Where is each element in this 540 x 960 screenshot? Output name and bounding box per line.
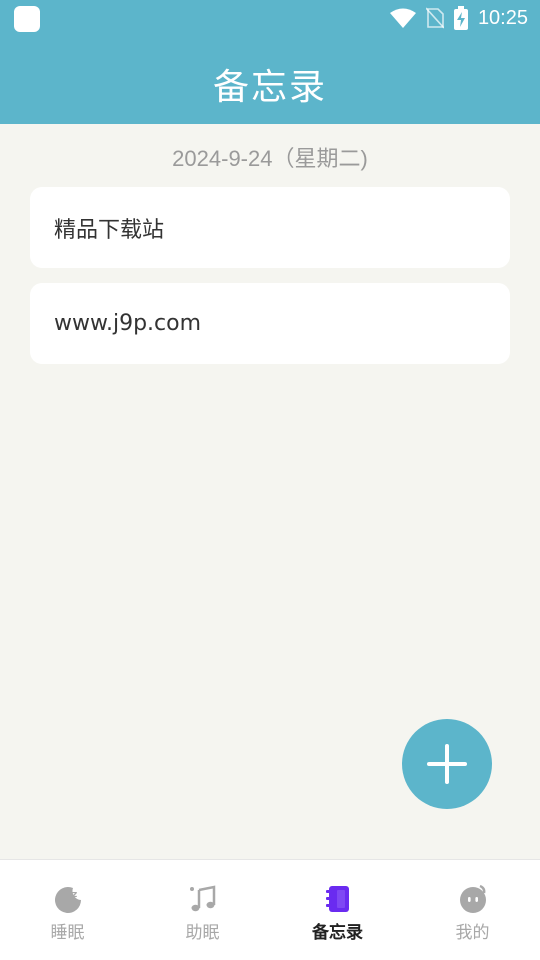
sleep-moon-icon: z bbox=[54, 887, 81, 913]
plus-icon bbox=[427, 744, 467, 784]
tab-label: 睡眠 bbox=[50, 923, 85, 943]
tab-sleep[interactable]: z 睡眠 bbox=[0, 860, 135, 960]
tab-label: 助眠 bbox=[185, 923, 220, 943]
add-memo-button[interactable] bbox=[402, 719, 492, 809]
tab-sleep-aid[interactable]: 助眠 bbox=[135, 860, 270, 960]
notebook-icon bbox=[325, 886, 349, 912]
tab-label: 我的 bbox=[455, 923, 490, 943]
tab-memo[interactable]: 备忘录 bbox=[270, 860, 405, 960]
memo-item[interactable]: www.j9p.com bbox=[30, 283, 510, 364]
wifi-icon bbox=[389, 8, 416, 28]
status-time: 10:25 bbox=[477, 6, 528, 29]
header-bar: 10:25 备忘录 bbox=[0, 0, 540, 124]
music-note-icon bbox=[189, 885, 215, 912]
status-indicators: 10:25 bbox=[389, 5, 528, 31]
memo-text: www.j9p.com bbox=[54, 311, 202, 336]
bottom-tab-bar: z 睡眠 助眠 备忘录 我的 bbox=[0, 859, 540, 960]
memo-app: 10:25 备忘录 2024-9-24（星期二) 精品下载站 www.j9p.c… bbox=[0, 0, 540, 960]
battery-charging-icon bbox=[453, 6, 468, 30]
tab-label: 备忘录 bbox=[312, 923, 363, 943]
tab-profile[interactable]: 我的 bbox=[405, 860, 540, 960]
notification-app-icon bbox=[14, 6, 40, 32]
svg-text:z: z bbox=[72, 890, 77, 900]
memo-list: 精品下载站 www.j9p.com bbox=[30, 187, 510, 379]
status-bar: 10:25 bbox=[0, 0, 540, 36]
memo-item[interactable]: 精品下载站 bbox=[30, 187, 510, 268]
profile-face-icon bbox=[459, 884, 486, 913]
page-title: 备忘录 bbox=[212, 67, 327, 108]
date-label: 2024-9-24（星期二) bbox=[172, 146, 368, 171]
memo-text: 精品下载站 bbox=[54, 217, 165, 243]
no-sim-icon bbox=[425, 7, 444, 29]
